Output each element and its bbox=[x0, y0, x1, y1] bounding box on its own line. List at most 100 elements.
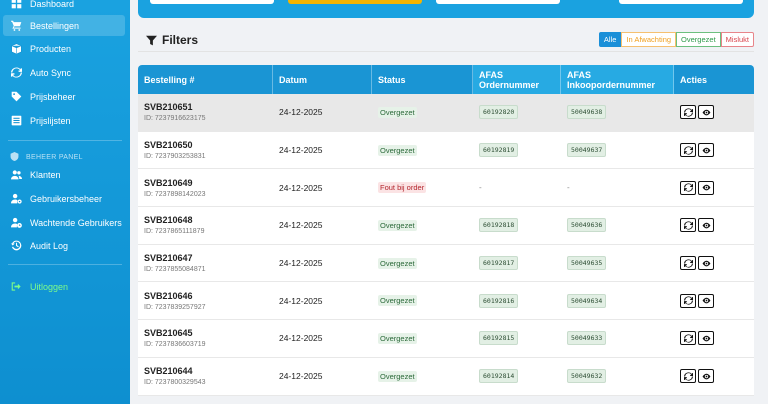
order-number: SVB210650 bbox=[144, 140, 193, 151]
top-input[interactable] bbox=[150, 0, 274, 4]
order-number: SVB210646 bbox=[144, 290, 193, 301]
table-row[interactable]: SVB210645 ID: 7237836603719 24-12-2025 O… bbox=[138, 320, 754, 358]
status-cell: Fout bij order bbox=[372, 169, 473, 206]
view-button[interactable] bbox=[698, 218, 714, 233]
sidebar-item-auto-sync[interactable]: Auto Sync bbox=[0, 62, 124, 83]
logout-label: Uitloggen bbox=[30, 281, 69, 292]
afas-inkoop-cell: 50049636 bbox=[561, 207, 674, 244]
order-id: ID: 7237800329543 bbox=[144, 379, 206, 387]
status-cell: Overgezet bbox=[372, 94, 473, 131]
afas-inkoopordernummer: 50049638 bbox=[567, 105, 607, 120]
date-cell: 24-12-2025 bbox=[273, 320, 372, 357]
column-header-bestelling[interactable]: Bestelling # bbox=[138, 65, 273, 94]
top-input[interactable] bbox=[436, 0, 560, 4]
sidebar-item-audit-log[interactable]: Audit Log bbox=[0, 235, 124, 256]
order-date: 24-12-2025 bbox=[279, 220, 323, 231]
filter-alle-button[interactable]: Alle bbox=[598, 32, 622, 47]
resync-button[interactable] bbox=[680, 293, 696, 308]
sync-icon bbox=[683, 372, 693, 381]
table-row[interactable]: SVB210648 ID: 7237865111879 24-12-2025 O… bbox=[138, 207, 754, 245]
resync-button[interactable] bbox=[680, 256, 696, 271]
sidebar-item-gebruikersbeheer[interactable]: Gebruikersbeheer bbox=[0, 188, 124, 209]
filter-overgezet-button[interactable]: Overgezet bbox=[676, 32, 721, 47]
resync-button[interactable] bbox=[680, 105, 696, 120]
afas-inkoopordernummer: 50049635 bbox=[567, 256, 607, 271]
column-header-status[interactable]: Status bbox=[372, 65, 473, 94]
table-row[interactable]: SVB210647 ID: 7237855084871 24-12-2025 O… bbox=[138, 244, 754, 283]
status-cell: Overgezet bbox=[372, 245, 473, 282]
order-id: ID: 7237865111879 bbox=[144, 228, 205, 236]
view-button[interactable] bbox=[698, 293, 714, 308]
status-badge: Overgezet bbox=[378, 332, 417, 344]
sidebar-item-dashboard[interactable]: Dashboard bbox=[0, 0, 124, 14]
sync-icon bbox=[683, 108, 693, 117]
sidebar-item-label: Gebruikersbeheer bbox=[30, 193, 103, 204]
actions-cell bbox=[674, 169, 754, 206]
sidebar-item-producten[interactable]: Producten bbox=[0, 38, 124, 59]
status-cell: Overgezet bbox=[372, 207, 473, 244]
user-clock-icon bbox=[10, 217, 22, 229]
resync-button[interactable] bbox=[680, 369, 696, 384]
sidebar-item-label: Dashboard bbox=[30, 0, 75, 9]
eye-icon bbox=[702, 297, 710, 304]
sidebar-item-label: Prijsbeheer bbox=[30, 91, 76, 102]
view-button[interactable] bbox=[698, 180, 714, 195]
resync-button[interactable] bbox=[680, 218, 696, 233]
afas-ordernummer: 60192819 bbox=[479, 143, 519, 158]
sidebar-item-label: Prijslijsten bbox=[30, 115, 71, 126]
top-input[interactable] bbox=[619, 0, 743, 4]
table-row[interactable]: SVB210651 ID: 7237916623175 24-12-2025 O… bbox=[138, 94, 754, 132]
column-header-datum[interactable]: Datum bbox=[273, 65, 372, 94]
status-badge: Overgezet bbox=[378, 106, 417, 118]
sidebar-divider bbox=[8, 140, 122, 141]
order-cell: SVB210649 ID: 7237898142023 bbox=[138, 169, 273, 206]
order-date: 24-12-2025 bbox=[279, 333, 323, 344]
table-row[interactable]: SVB210649 ID: 7237898142023 24-12-2025 F… bbox=[138, 169, 754, 208]
sidebar-item-klanten[interactable]: Klanten bbox=[0, 164, 124, 185]
sidebar-item-prijslijsten[interactable]: Prijslijsten bbox=[0, 110, 124, 131]
afas-order-cell: 60192816 bbox=[473, 282, 561, 319]
eye-icon bbox=[702, 260, 710, 266]
column-header-acties: Acties bbox=[680, 74, 708, 85]
order-cell: SVB210651 ID: 7237916623175 bbox=[138, 94, 273, 131]
view-button[interactable] bbox=[698, 331, 714, 346]
top-action-button[interactable] bbox=[288, 0, 422, 4]
shield-icon bbox=[10, 152, 20, 162]
sidebar-item-prijsbeheer[interactable]: Prijsbeheer bbox=[0, 86, 124, 107]
sync-icon bbox=[683, 183, 693, 192]
order-date: 24-12-2025 bbox=[279, 145, 323, 156]
order-id: ID: 7237898142023 bbox=[144, 190, 206, 198]
filter-mislukt-button[interactable]: Mislukt bbox=[720, 32, 754, 47]
table-row[interactable]: SVB210650 ID: 7237903253831 24-12-2025 O… bbox=[138, 131, 754, 170]
view-button[interactable] bbox=[698, 143, 714, 158]
sidebar-section-label: BEHEER PANEL bbox=[10, 152, 83, 162]
column-header-afas-ordernummer[interactable]: AFAS Ordernummer bbox=[473, 65, 561, 94]
view-button[interactable] bbox=[698, 256, 714, 271]
table-header: Bestelling # Datum Status AFAS Ordernumm… bbox=[138, 65, 754, 94]
actions-cell bbox=[674, 132, 754, 169]
sidebar-item-wachtende-gebruikers[interactable]: Wachtende Gebruikers bbox=[0, 212, 124, 233]
date-cell: 24-12-2025 bbox=[273, 245, 372, 282]
sidebar-divider bbox=[8, 264, 122, 265]
afas-order-cell: 60192815 bbox=[473, 320, 561, 357]
view-button[interactable] bbox=[698, 369, 714, 384]
afas-inkoop-cell: 50049637 bbox=[561, 132, 674, 169]
sidebar-item-bestellingen[interactable]: Bestellingen bbox=[3, 15, 125, 36]
resync-button[interactable] bbox=[680, 180, 696, 195]
sidebar-item-label: Audit Log bbox=[30, 240, 69, 251]
table-row[interactable]: SVB210644 ID: 7237800329543 24-12-2025 O… bbox=[138, 357, 754, 396]
afas-ordernummer: 60192814 bbox=[479, 369, 519, 384]
resync-button[interactable] bbox=[680, 331, 696, 346]
logout-button[interactable]: Uitloggen bbox=[0, 276, 124, 297]
filter-in-afwachting-button[interactable]: In Afwachting bbox=[621, 32, 677, 47]
order-number: SVB210647 bbox=[144, 253, 193, 264]
view-button[interactable] bbox=[698, 105, 714, 120]
resync-button[interactable] bbox=[680, 143, 696, 158]
afas-order-cell: 60192817 bbox=[473, 245, 561, 282]
table-row[interactable]: SVB210646 ID: 7237839257927 24-12-2025 O… bbox=[138, 282, 754, 321]
column-header-afas-inkoopordernummer[interactable]: AFAS Inkoopordernummer bbox=[561, 65, 674, 94]
order-number: SVB210644 bbox=[144, 366, 193, 377]
sync-icon bbox=[683, 145, 693, 155]
afas-inkoop-cell: 50049635 bbox=[561, 245, 674, 282]
afas-inkoopordernummer: 50049633 bbox=[567, 331, 607, 346]
